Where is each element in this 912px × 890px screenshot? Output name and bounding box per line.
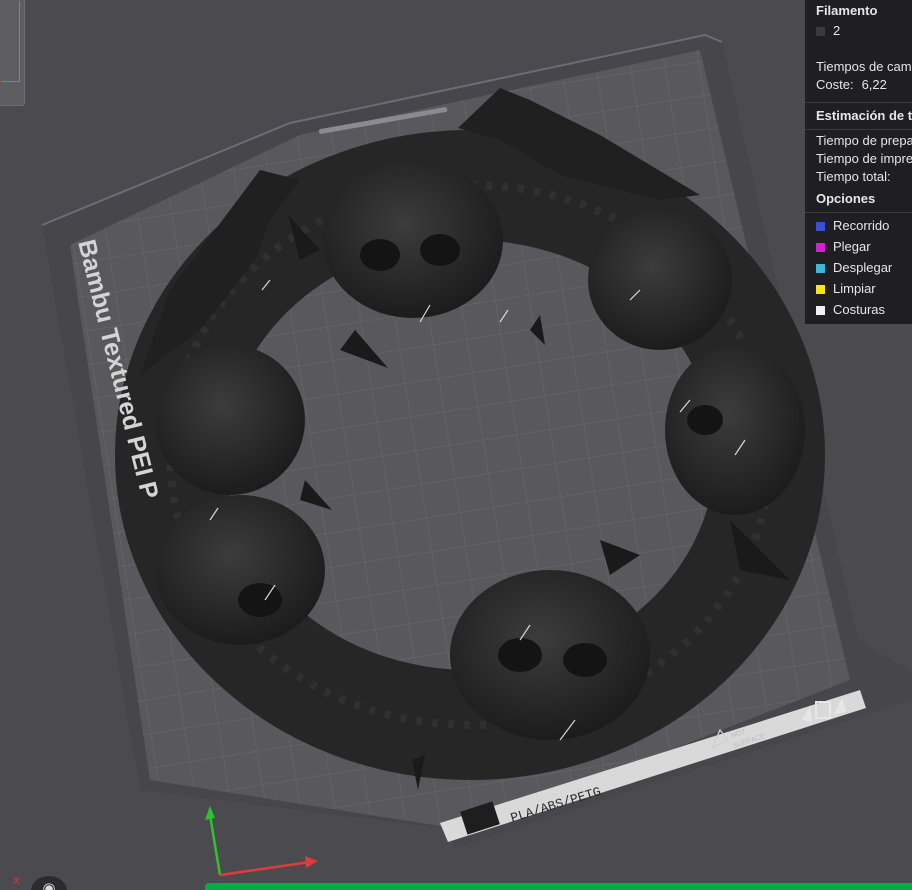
- option-plegar[interactable]: Plegar: [805, 236, 912, 257]
- cost-row: Coste: 6,22: [805, 76, 912, 94]
- option-label: Plegar: [833, 239, 871, 254]
- prep-time-label: Tiempo de prepa: [816, 133, 912, 148]
- spacer-row: [805, 40, 912, 58]
- divider: [805, 129, 912, 130]
- option-costuras[interactable]: Costuras: [805, 299, 912, 320]
- option-limpiar[interactable]: Limpiar: [805, 278, 912, 299]
- filament-item-label: 2: [833, 23, 841, 38]
- filament-swatch: [816, 27, 825, 36]
- cost-label: Coste:: [816, 77, 854, 92]
- divider: [805, 102, 912, 103]
- option-swatch: [816, 306, 825, 315]
- option-label: Desplegar: [833, 260, 893, 275]
- times-label: Tiempos de cam: [816, 59, 912, 74]
- option-label: Limpiar: [833, 281, 876, 296]
- build-plate-scene[interactable]: Bambu Textured PEI P PLA/ABS/PETG HOT SU…: [0, 0, 912, 890]
- 3d-viewport[interactable]: Bambu Textured PEI P PLA/ABS/PETG HOT SU…: [0, 0, 912, 890]
- cost-value: 6,22: [861, 77, 887, 92]
- print-time-label: Tiempo de impre: [816, 151, 912, 166]
- axis-indicator: [205, 806, 318, 877]
- option-label: Recorrido: [833, 218, 890, 233]
- axis-x-label: X: [13, 876, 20, 887]
- option-swatch: [816, 285, 825, 294]
- slice-info-panel: Filamento 2 Tiempos de cam Coste: 6,22 Es…: [805, 0, 912, 324]
- option-swatch: [816, 222, 825, 231]
- view-toolbar-inner: [1, 1, 20, 82]
- progress-bar: [205, 883, 912, 890]
- total-time-label: Tiempo total:: [816, 169, 891, 184]
- option-label: Costuras: [833, 302, 886, 317]
- estimation-title: Estimación de ti: [816, 108, 912, 123]
- option-swatch: [816, 264, 825, 273]
- view-toolbar-box[interactable]: [0, 0, 25, 106]
- filament-title: Filamento: [816, 3, 878, 18]
- option-swatch: [816, 243, 825, 252]
- option-desplegar[interactable]: Desplegar: [805, 257, 912, 278]
- divider: [805, 212, 912, 213]
- option-recorrido[interactable]: Recorrido: [805, 215, 912, 236]
- options-title: Opciones: [816, 191, 876, 206]
- filament-item: 2: [805, 22, 912, 40]
